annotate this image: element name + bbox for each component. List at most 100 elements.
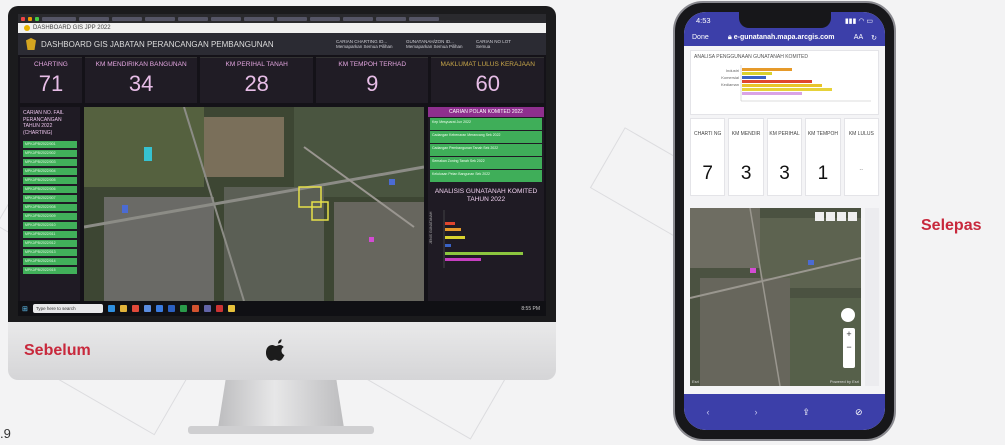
forward-icon[interactable]: › <box>754 407 757 417</box>
mobile-gunatanah-chart: ANALISA PENGGUNAAN GUNATANAH KOMITED Ind… <box>690 50 879 115</box>
imac-stand-neck <box>218 380 344 428</box>
mail-icon[interactable] <box>155 305 163 312</box>
chart-bar <box>742 88 832 91</box>
crest-icon <box>26 38 36 50</box>
chart-bar <box>445 244 451 248</box>
polan-komited-item[interactable]: Cadangan Pembangunan Tanah Sek 2022 <box>430 144 542 156</box>
teams-icon[interactable] <box>203 305 211 312</box>
kpi-value: 7 <box>702 163 713 184</box>
app-icon[interactable] <box>227 305 235 312</box>
kpi-row: CHARTING 71 KM MENDIRIKAN BANGUNAN 34 KM P… <box>18 55 546 105</box>
share-icon[interactable]: ⇪ <box>802 407 810 418</box>
word-icon[interactable] <box>167 305 175 312</box>
filter-no-lot[interactable]: CARIAN NO LOT Semua <box>476 39 546 50</box>
chart-bar <box>445 258 481 262</box>
satellite-map[interactable] <box>84 107 424 301</box>
imac-stand-foot <box>188 426 374 434</box>
chart-bar <box>742 80 812 83</box>
polan-komited-item[interactable]: Kelulusan Pelan Bangunan Sek 2022 <box>430 170 542 182</box>
mobile-satellite-image <box>690 208 861 386</box>
mobile-kpi-mendirikan: KM MENDIR 3 <box>728 118 764 196</box>
zoom-out-button[interactable]: − <box>843 341 855 354</box>
charting-list-item[interactable]: MPKJ/PB/2022/007 <box>23 195 77 202</box>
polan-komited-item[interactable]: Semakan Zoning Tanah Sek 2022 <box>430 157 542 169</box>
address-bar[interactable]: DASHBOARD GIS JPP 2022 <box>18 23 546 33</box>
kpi-tempoh-terhad: KM TEMPOH TERHAD 9 <box>315 57 429 103</box>
dashboard-body: CARIAN NO. FAIL PERANCANGAN TAHUN 2022 (… <box>18 107 546 301</box>
taskbar-search[interactable]: Type here to search <box>32 304 103 313</box>
mobile-scroll-track[interactable] <box>865 208 879 386</box>
filter-value: Semua <box>476 44 491 49</box>
kpi-lulus: MAKLUMAT LULUS KERAJAAN 60 <box>431 57 545 103</box>
category-label: Kediaman <box>721 82 739 87</box>
kpi-perihal-tanah: KM PERIHAL TANAH 28 <box>200 57 313 103</box>
reload-icon[interactable]: ↻ <box>871 34 877 42</box>
safari-url-bar: Done 🔒︎ e-gunatanah.mapa.arcgis.com AA ↻ <box>684 29 885 46</box>
kpi-label: KM MENDIRIKAN BANGUNAN <box>95 61 187 68</box>
done-button[interactable]: Done <box>692 34 709 41</box>
text-size-button[interactable]: AA <box>854 34 863 41</box>
charting-list-item[interactable]: MPKJ/PB/2022/009 <box>23 213 77 220</box>
polan-komited-item[interactable]: Cadangan Kebenaran Merancang Sek 2022 <box>430 131 542 143</box>
kpi-label: KM TEMPOH TERHAD <box>338 61 407 68</box>
chart-bar <box>445 228 461 232</box>
charting-list-item[interactable]: MPKJ/PB/2022/004 <box>23 168 77 175</box>
windows-start-icon[interactable]: ⊞ <box>22 305 28 313</box>
polan-komited-panel: CARIAN POLAN KOMITED 2022 Kep Mesyuarat … <box>428 107 544 301</box>
safari-bottom-toolbar: ‹ › ⇪ ⊘ <box>684 394 885 430</box>
map-attribution: Esri <box>692 379 699 384</box>
category-label: Komersial <box>721 75 739 80</box>
charting-list-item[interactable]: MPKJ/PB/2022/010 <box>23 222 77 229</box>
url-field[interactable]: 🔒︎ e-gunatanah.mapa.arcgis.com <box>717 34 846 42</box>
dashboard-title: DASHBOARD GIS JABATAN PERANCANGAN PEMBAN… <box>41 39 274 49</box>
charting-list-item[interactable]: MPKJ/PB/2022/006 <box>23 186 77 193</box>
mobile-kpi-lulus: KM LULUS -- <box>843 118 880 196</box>
mobile-bar-chart: Industri Komersial Kediaman <box>721 65 871 102</box>
charting-list-item[interactable]: MPKJ/PB/2022/008 <box>23 204 77 211</box>
charting-list-item[interactable]: MPKJ/PB/2022/005 <box>23 177 77 184</box>
locate-button[interactable] <box>841 308 855 322</box>
mobile-kpi-tempoh: KM TEMPOH 1 <box>805 118 841 196</box>
chart-bar <box>445 236 465 240</box>
kpi-value: 3 <box>740 163 752 184</box>
kpi-label: CHARTI NG <box>693 131 722 137</box>
zoom-in-button[interactable]: + <box>843 328 855 341</box>
grid-icon[interactable] <box>848 212 857 221</box>
charting-list-item[interactable]: MPKJ/PB/2022/001 <box>23 141 77 148</box>
mobile-kpi-row: CHARTI NG 7 KM MENDIR 3 KM PERIHAL 3 KM TEM… <box>690 118 880 196</box>
charting-list-item[interactable]: MPKJ/PB/2022/002 <box>23 150 77 157</box>
charting-list-item[interactable]: MPKJ/PB/2022/003 <box>23 159 77 166</box>
charting-list-item[interactable]: MPKJ/PB/2022/015 <box>23 267 77 274</box>
charting-list-item[interactable]: MPKJ/PB/2022/013 <box>23 249 77 256</box>
desktop-dashboard-screen: DASHBOARD GIS JPP 2022 DASHBOARD GIS JAB… <box>18 14 546 316</box>
edge-icon[interactable] <box>107 305 115 312</box>
kpi-value: -- <box>859 167 863 173</box>
app-logo-icon <box>24 25 30 31</box>
excel-icon[interactable] <box>179 305 187 312</box>
zoom-extent-icon[interactable] <box>815 212 824 221</box>
chart-bar <box>742 68 792 71</box>
kpi-value: 3 <box>779 163 790 184</box>
basemap-icon[interactable] <box>837 212 846 221</box>
app-icon[interactable] <box>215 305 223 312</box>
dashboard-tab-title: DASHBOARD GIS JPP 2022 <box>33 25 111 31</box>
chrome-icon[interactable] <box>131 305 139 312</box>
layers-icon[interactable] <box>826 212 835 221</box>
filter-charting[interactable]: CARIAN CHARTING ID... Memaparkan Semua Pi… <box>336 39 406 50</box>
store-icon[interactable] <box>143 305 151 312</box>
mobile-satellite-map[interactable]: + − Esri Powered by Esri <box>690 208 861 386</box>
windows-taskbar: ⊞ Type here to search 8:55 PM <box>18 301 546 316</box>
kpi-label: KM LULUS <box>848 131 874 137</box>
powerpoint-icon[interactable] <box>191 305 199 312</box>
back-icon[interactable]: ‹ <box>706 407 709 417</box>
charting-list-item[interactable]: MPKJ/PB/2022/014 <box>23 258 77 265</box>
chart-bar <box>445 222 455 226</box>
dashboard-header: DASHBOARD GIS JABATAN PERANCANGAN PEMBAN… <box>18 33 546 55</box>
charting-list-item[interactable]: MPKJ/PB/2022/012 <box>23 240 77 247</box>
filter-gunatanah[interactable]: GUNATANAH/ZON ID... Memaparkan Semua Pili… <box>406 39 476 50</box>
kpi-value: 1 <box>817 163 829 184</box>
compass-icon[interactable]: ⊘ <box>855 407 863 418</box>
folder-icon[interactable] <box>119 305 127 312</box>
charting-list-item[interactable]: MPKJ/PB/2022/011 <box>23 231 77 238</box>
polan-komited-item[interactable]: Kep Mesyuarat Jun 2022 <box>430 118 542 130</box>
